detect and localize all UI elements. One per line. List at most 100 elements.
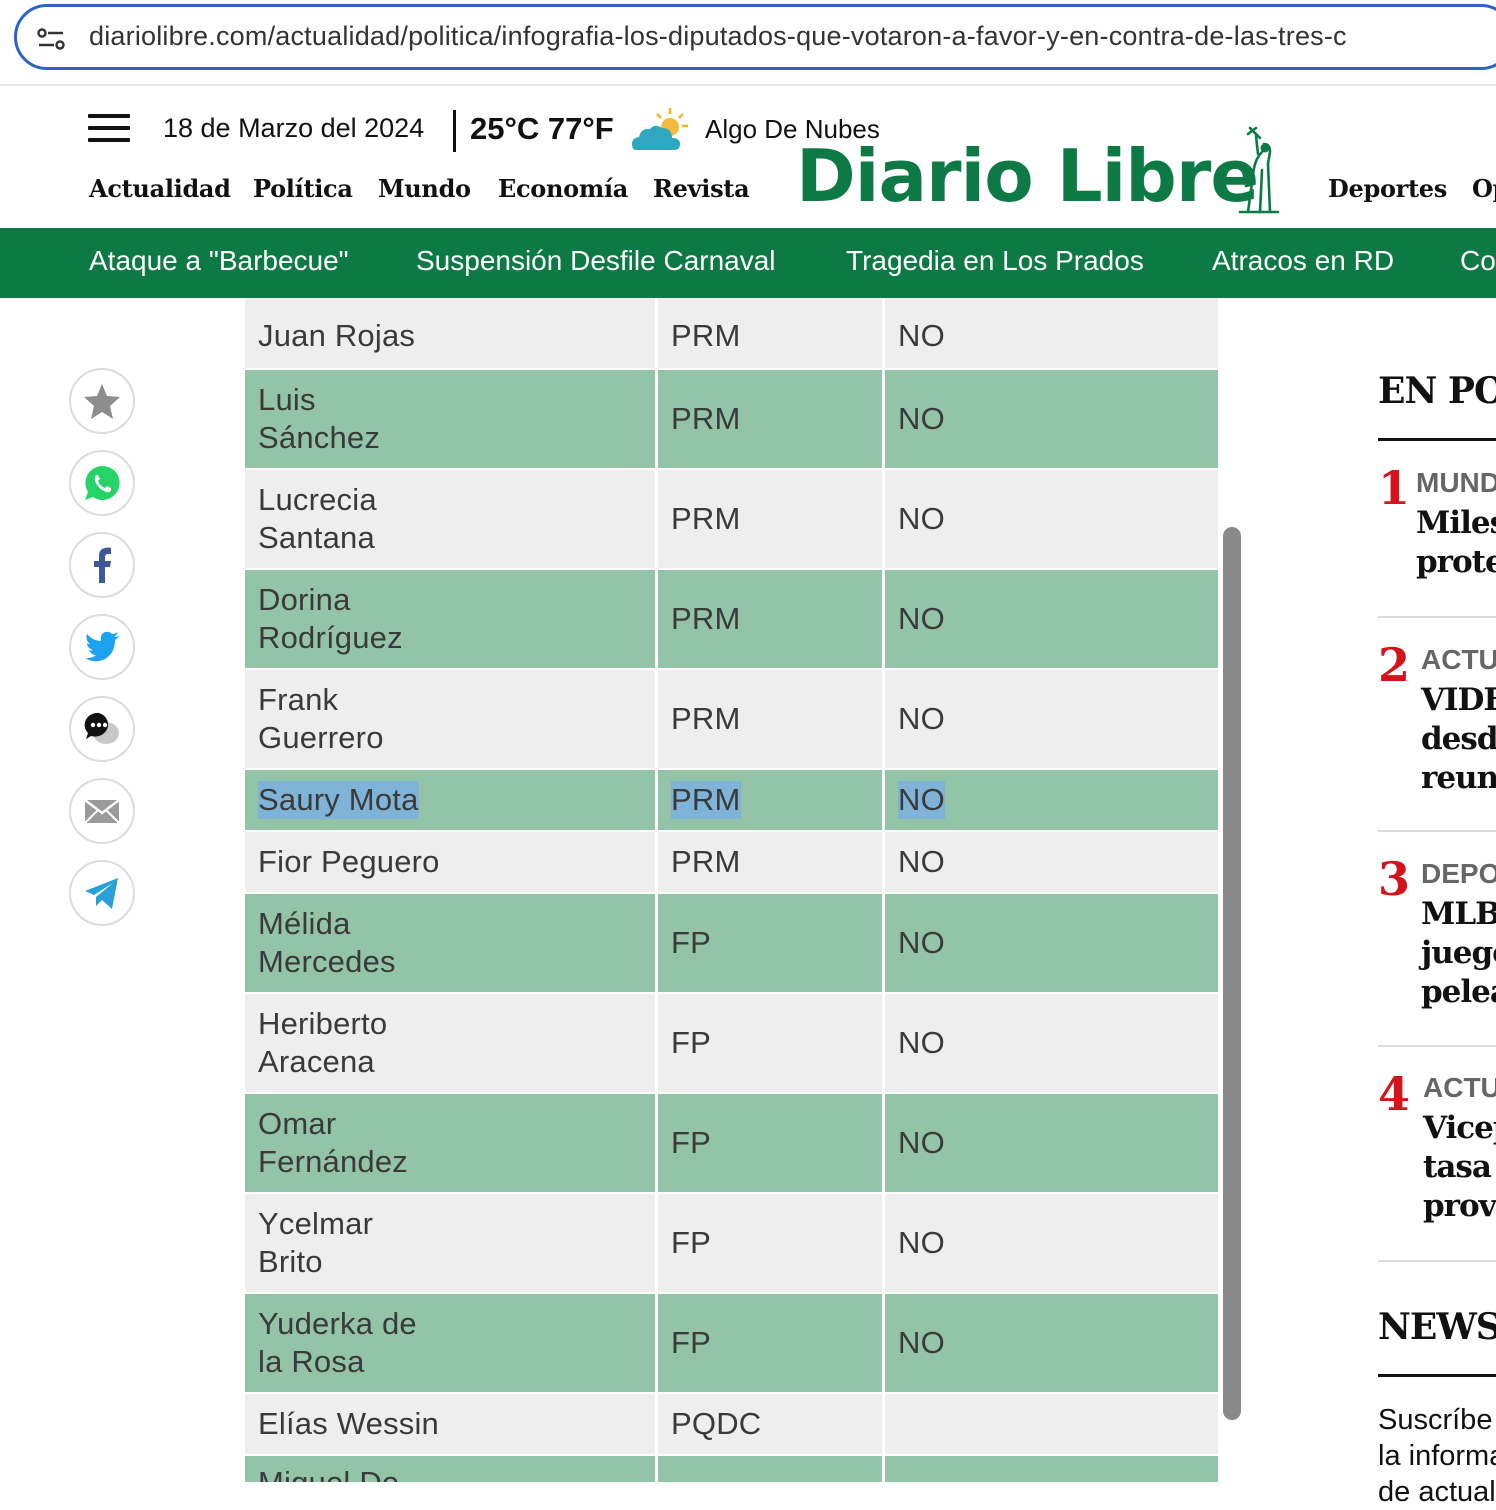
site-settings-icon[interactable]: [37, 27, 65, 51]
article-category: ACTU: [1421, 644, 1496, 675]
table-row: Mélida Mercedes FP NO: [245, 894, 1218, 992]
article-divider: [1378, 1260, 1496, 1262]
facebook-share-button[interactable]: [69, 532, 135, 598]
deputy-name: Omar Fernández: [258, 1106, 409, 1179]
article-divider: [1378, 616, 1496, 618]
table-row-selected: Saury Mota PRM NO: [245, 770, 1218, 830]
whatsapp-share-button[interactable]: [69, 450, 135, 516]
logo-statue-icon: [1238, 126, 1280, 214]
telegram-share-button[interactable]: [69, 860, 135, 926]
article-category: MUND: [1416, 467, 1496, 498]
twitter-share-button[interactable]: [69, 614, 135, 680]
table-row: Elías Wessin PQDC: [245, 1394, 1218, 1454]
table-row: Luis Sánchez PRM NO: [245, 370, 1218, 468]
address-bar[interactable]: diariolibre.com/actualidad/politica/info…: [14, 4, 1496, 70]
nav-mundo[interactable]: Mundo: [378, 174, 471, 203]
deputy-name: Fior Peguero: [258, 844, 440, 879]
twitter-icon: [85, 631, 119, 662]
deputy-vote: NO: [898, 844, 945, 879]
email-share-button[interactable]: [69, 778, 135, 844]
deputy-party: FP: [671, 1225, 712, 1260]
nav-actualidad[interactable]: Actualidad: [89, 174, 231, 203]
table-row: Omar Fernández FP NO: [245, 1094, 1218, 1192]
header-temperature: 25°C 77°F: [470, 111, 614, 146]
article-headline[interactable]: MLBjuegopelea: [1421, 895, 1496, 1012]
site-logo[interactable]: Diario Libre: [796, 140, 1259, 212]
deputy-name: Yuderka de la Rosa: [258, 1306, 417, 1379]
deputy-name: Heriberto Aracena: [258, 1006, 388, 1079]
deputy-vote: NO: [898, 701, 945, 736]
table-row: Lucrecia Santana PRM NO: [245, 470, 1218, 568]
article-headline[interactable]: Milesprotes: [1416, 504, 1496, 582]
nav-deportes[interactable]: Deportes: [1328, 174, 1447, 203]
newsletter-title: NEWSI: [1378, 1306, 1496, 1348]
deputy-name: Elías Wessin: [258, 1406, 439, 1441]
table-row: Miguel De: [245, 1456, 1218, 1482]
menu-icon[interactable]: [88, 114, 130, 144]
deputy-vote: NO: [898, 1025, 945, 1060]
table-scrollbar[interactable]: [1223, 527, 1241, 1420]
table-row: Heriberto Aracena FP NO: [245, 994, 1218, 1092]
table-row: Yuderka de la Rosa FP NO: [245, 1294, 1218, 1392]
article-divider: [1378, 1045, 1496, 1047]
deputy-vote: NO: [898, 1325, 945, 1360]
email-icon: [84, 799, 120, 824]
deputy-name: Lucrecia Santana: [258, 482, 377, 555]
table-row: Dorina Rodríguez PRM NO: [245, 570, 1218, 668]
popular-title: EN POI: [1378, 370, 1496, 412]
deputy-vote: NO: [898, 781, 945, 819]
article-category: ACTU: [1423, 1072, 1496, 1103]
telegram-icon: [85, 878, 118, 909]
deputy-name: Dorina Rodríguez: [258, 582, 403, 655]
deputy-party: PRM: [671, 781, 741, 819]
deputy-vote: NO: [898, 601, 945, 636]
deputy-name: Juan Rojas: [258, 318, 416, 353]
whatsapp-icon: [85, 465, 120, 500]
partly-cloudy-icon: [632, 108, 688, 150]
deputy-party: FP: [671, 1125, 712, 1160]
rank-number: 3: [1378, 852, 1411, 906]
deputy-party: PRM: [671, 601, 741, 636]
deputy-name: Saury Mota: [258, 781, 419, 819]
table-row: Frank Guerrero PRM NO: [245, 670, 1218, 768]
article-divider: [1378, 830, 1496, 832]
deputy-name: Miguel De: [258, 1464, 399, 1482]
trending-bar: Ataque a "Barbecue" Suspensión Desfile C…: [0, 228, 1496, 298]
deputy-party: PRM: [671, 844, 741, 879]
article-headline[interactable]: VIDEdesdereuni: [1421, 681, 1496, 798]
nav-revista[interactable]: Revista: [653, 174, 750, 203]
deputy-vote: NO: [898, 1225, 945, 1260]
deputy-vote: NO: [898, 501, 945, 536]
favorite-button[interactable]: [69, 368, 135, 434]
nav-opinion[interactable]: Op: [1472, 174, 1496, 203]
trending-link[interactable]: Atracos en RD: [1212, 245, 1394, 277]
star-icon: [84, 384, 120, 419]
nav-economia[interactable]: Economía: [498, 174, 628, 203]
deputy-party: PQDC: [671, 1406, 762, 1441]
trending-link[interactable]: Suspensión Desfile Carnaval: [416, 245, 776, 277]
rank-number: 1: [1378, 461, 1411, 515]
deputy-vote: NO: [898, 318, 945, 353]
deputy-party: PRM: [671, 501, 741, 536]
comments-icon: [84, 712, 119, 744]
deputy-party: FP: [671, 1325, 712, 1360]
deputy-party: PRM: [671, 701, 741, 736]
rank-number: 2: [1378, 638, 1411, 692]
deputy-name: Ycelmar Brito: [258, 1206, 374, 1279]
trending-link[interactable]: Co: [1460, 245, 1496, 277]
url-text: diariolibre.com/actualidad/politica/info…: [89, 21, 1347, 51]
newsletter-rule: [1378, 1374, 1496, 1377]
trending-link[interactable]: Tragedia en Los Prados: [846, 245, 1144, 277]
table-row: Fior Peguero PRM NO: [245, 832, 1218, 892]
facebook-icon: [94, 547, 111, 583]
deputy-party: FP: [671, 925, 712, 960]
deputy-name: Frank Guerrero: [258, 682, 384, 755]
nav-politica[interactable]: Política: [253, 174, 353, 203]
deputy-party: PRM: [671, 318, 741, 353]
trending-link[interactable]: Ataque a "Barbecue": [89, 245, 349, 277]
article-headline[interactable]: Viceptasa dprovi: [1423, 1109, 1496, 1226]
comments-button[interactable]: [69, 696, 135, 762]
header-divider: [453, 110, 456, 152]
header-date: 18 de Marzo del 2024: [163, 113, 425, 143]
deputy-vote: NO: [898, 1125, 945, 1160]
